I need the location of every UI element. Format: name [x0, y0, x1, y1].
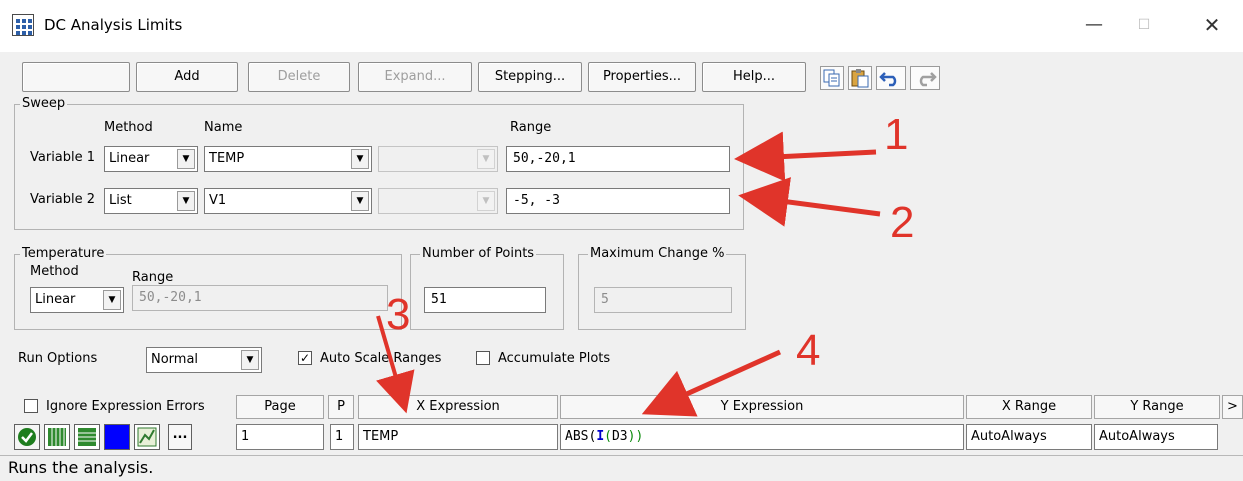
annotation-arrow-2 [738, 177, 881, 227]
annotation-label-2: 2 [890, 198, 915, 247]
annotation-label-1: 1 [884, 110, 909, 159]
annotation-arrow-4 [641, 349, 782, 417]
annotation-label-3: 3 [386, 290, 411, 339]
annotation-label-4: 4 [796, 326, 821, 375]
annotation-arrows [376, 131, 881, 417]
annotation-arrow-1 [734, 131, 877, 182]
